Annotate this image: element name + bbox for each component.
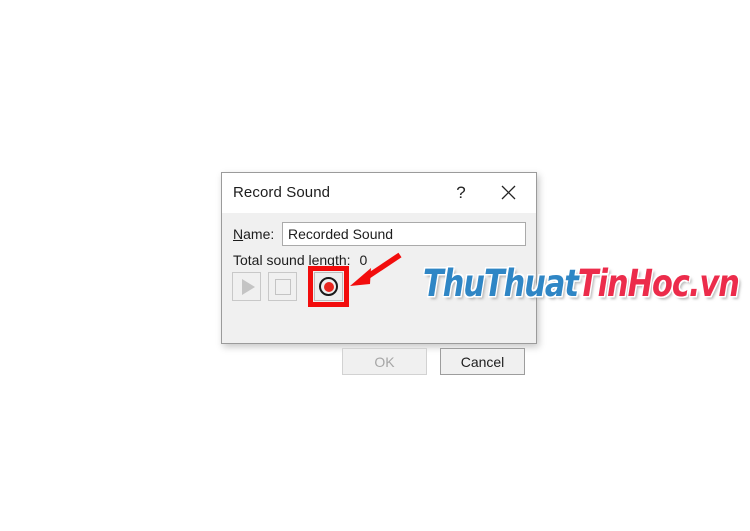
- record-icon: [319, 277, 338, 296]
- watermark-logo: ThuThuatTinHoc.vn: [423, 262, 740, 305]
- record-button[interactable]: [314, 272, 343, 301]
- record-icon-dot: [323, 281, 334, 292]
- close-button[interactable]: [488, 173, 528, 212]
- watermark-text-blue: ThuThuat: [423, 262, 579, 305]
- dialog-title: Record Sound: [233, 184, 331, 201]
- sound-length-label: Total sound length:: [233, 252, 351, 268]
- help-icon-glyph: ?: [456, 182, 466, 202]
- sound-length-row: Total sound length: 0: [233, 252, 367, 268]
- name-label-accel: N: [233, 226, 244, 242]
- watermark-text-red: TinHoc.vn: [577, 262, 740, 305]
- close-icon: [501, 185, 515, 200]
- dialog-titlebar: Record Sound ?: [222, 173, 536, 214]
- help-icon[interactable]: ?: [441, 173, 481, 212]
- name-label: Name:: [233, 226, 274, 242]
- ok-button[interactable]: OK: [342, 348, 427, 375]
- name-label-rest: ame:: [243, 226, 275, 242]
- name-input[interactable]: [282, 222, 526, 246]
- sound-length-value: 0: [359, 252, 368, 268]
- play-button[interactable]: [232, 272, 261, 301]
- stop-button[interactable]: [268, 272, 297, 301]
- cancel-button[interactable]: Cancel: [440, 348, 525, 375]
- stop-icon: [274, 278, 291, 295]
- record-sound-dialog: Record Sound ? Name: Total sound length:…: [221, 172, 537, 375]
- play-icon: [241, 278, 255, 295]
